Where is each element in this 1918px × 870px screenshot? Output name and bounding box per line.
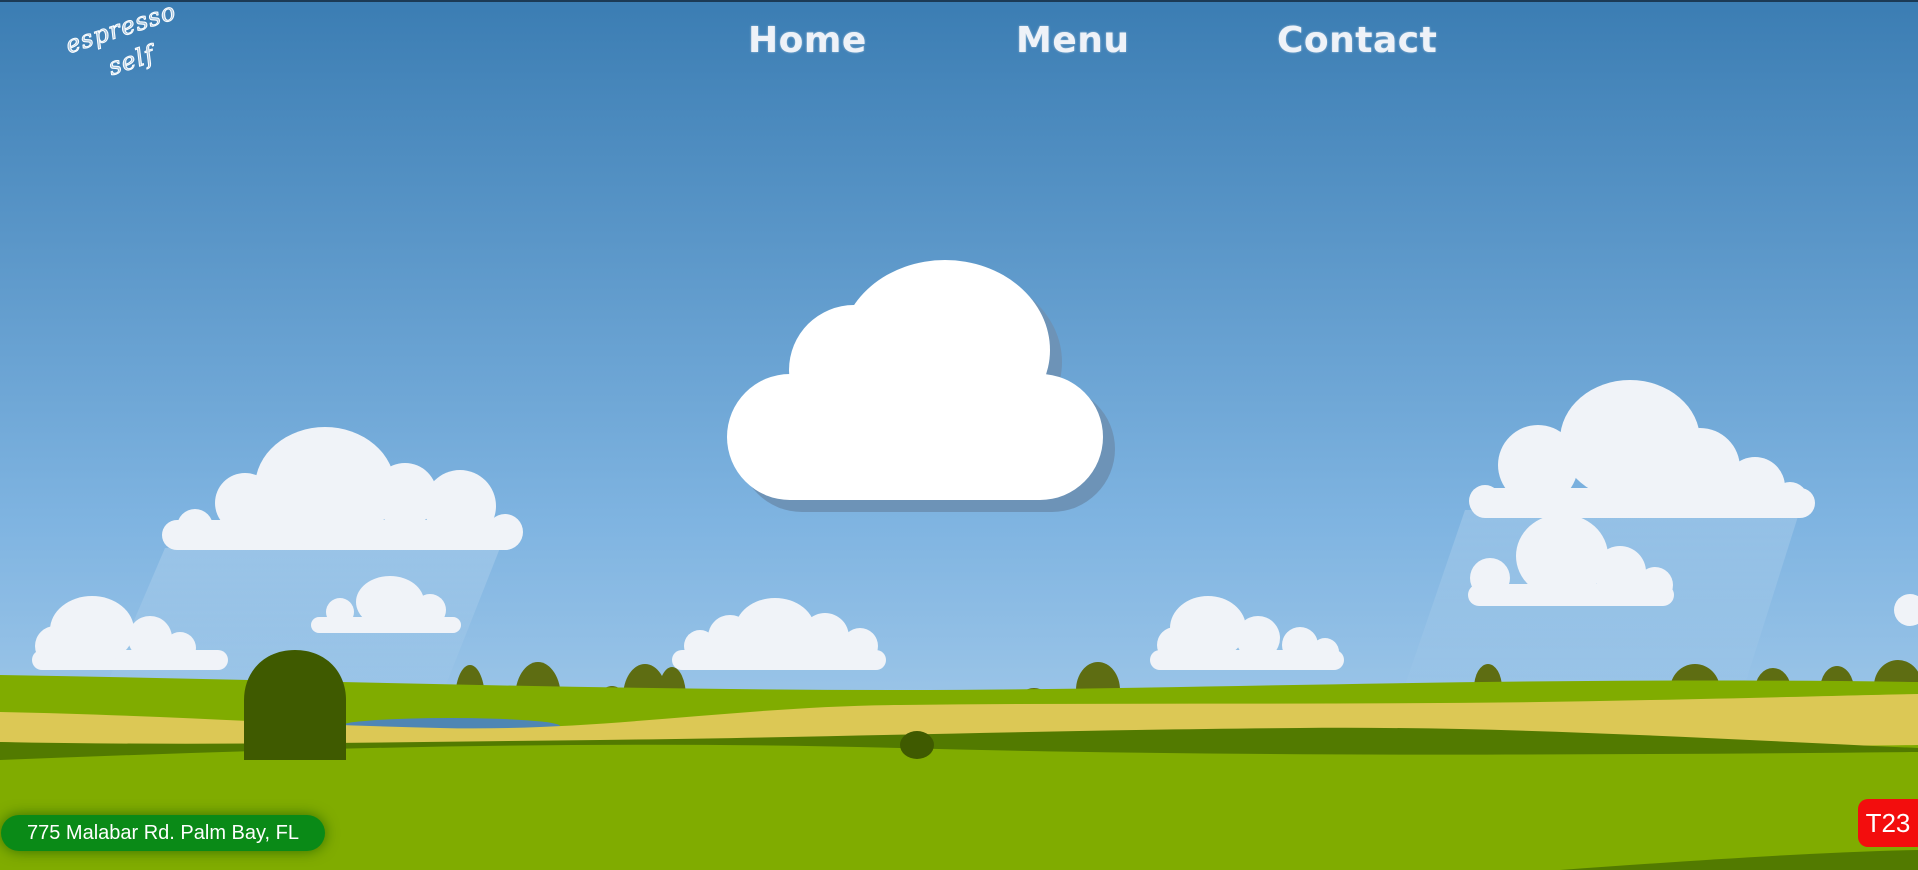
front-grass <box>0 744 1918 870</box>
landing-page: espresso self Home Menu Contact 775 Mala… <box>0 0 1918 870</box>
nav-link-menu[interactable]: Menu <box>1016 20 1130 61</box>
address-pill: 775 Malabar Rd. Palm Bay, FL <box>1 815 325 851</box>
top-border <box>0 0 1918 2</box>
nav-link-contact[interactable]: Contact <box>1277 20 1437 61</box>
corner-badge[interactable]: T23 <box>1858 799 1918 847</box>
landscape-scene <box>0 0 1918 870</box>
big-tree <box>244 650 346 760</box>
main-nav: Home Menu Contact <box>0 20 1918 70</box>
small-bush <box>900 731 934 759</box>
nav-link-home[interactable]: Home <box>748 20 867 61</box>
